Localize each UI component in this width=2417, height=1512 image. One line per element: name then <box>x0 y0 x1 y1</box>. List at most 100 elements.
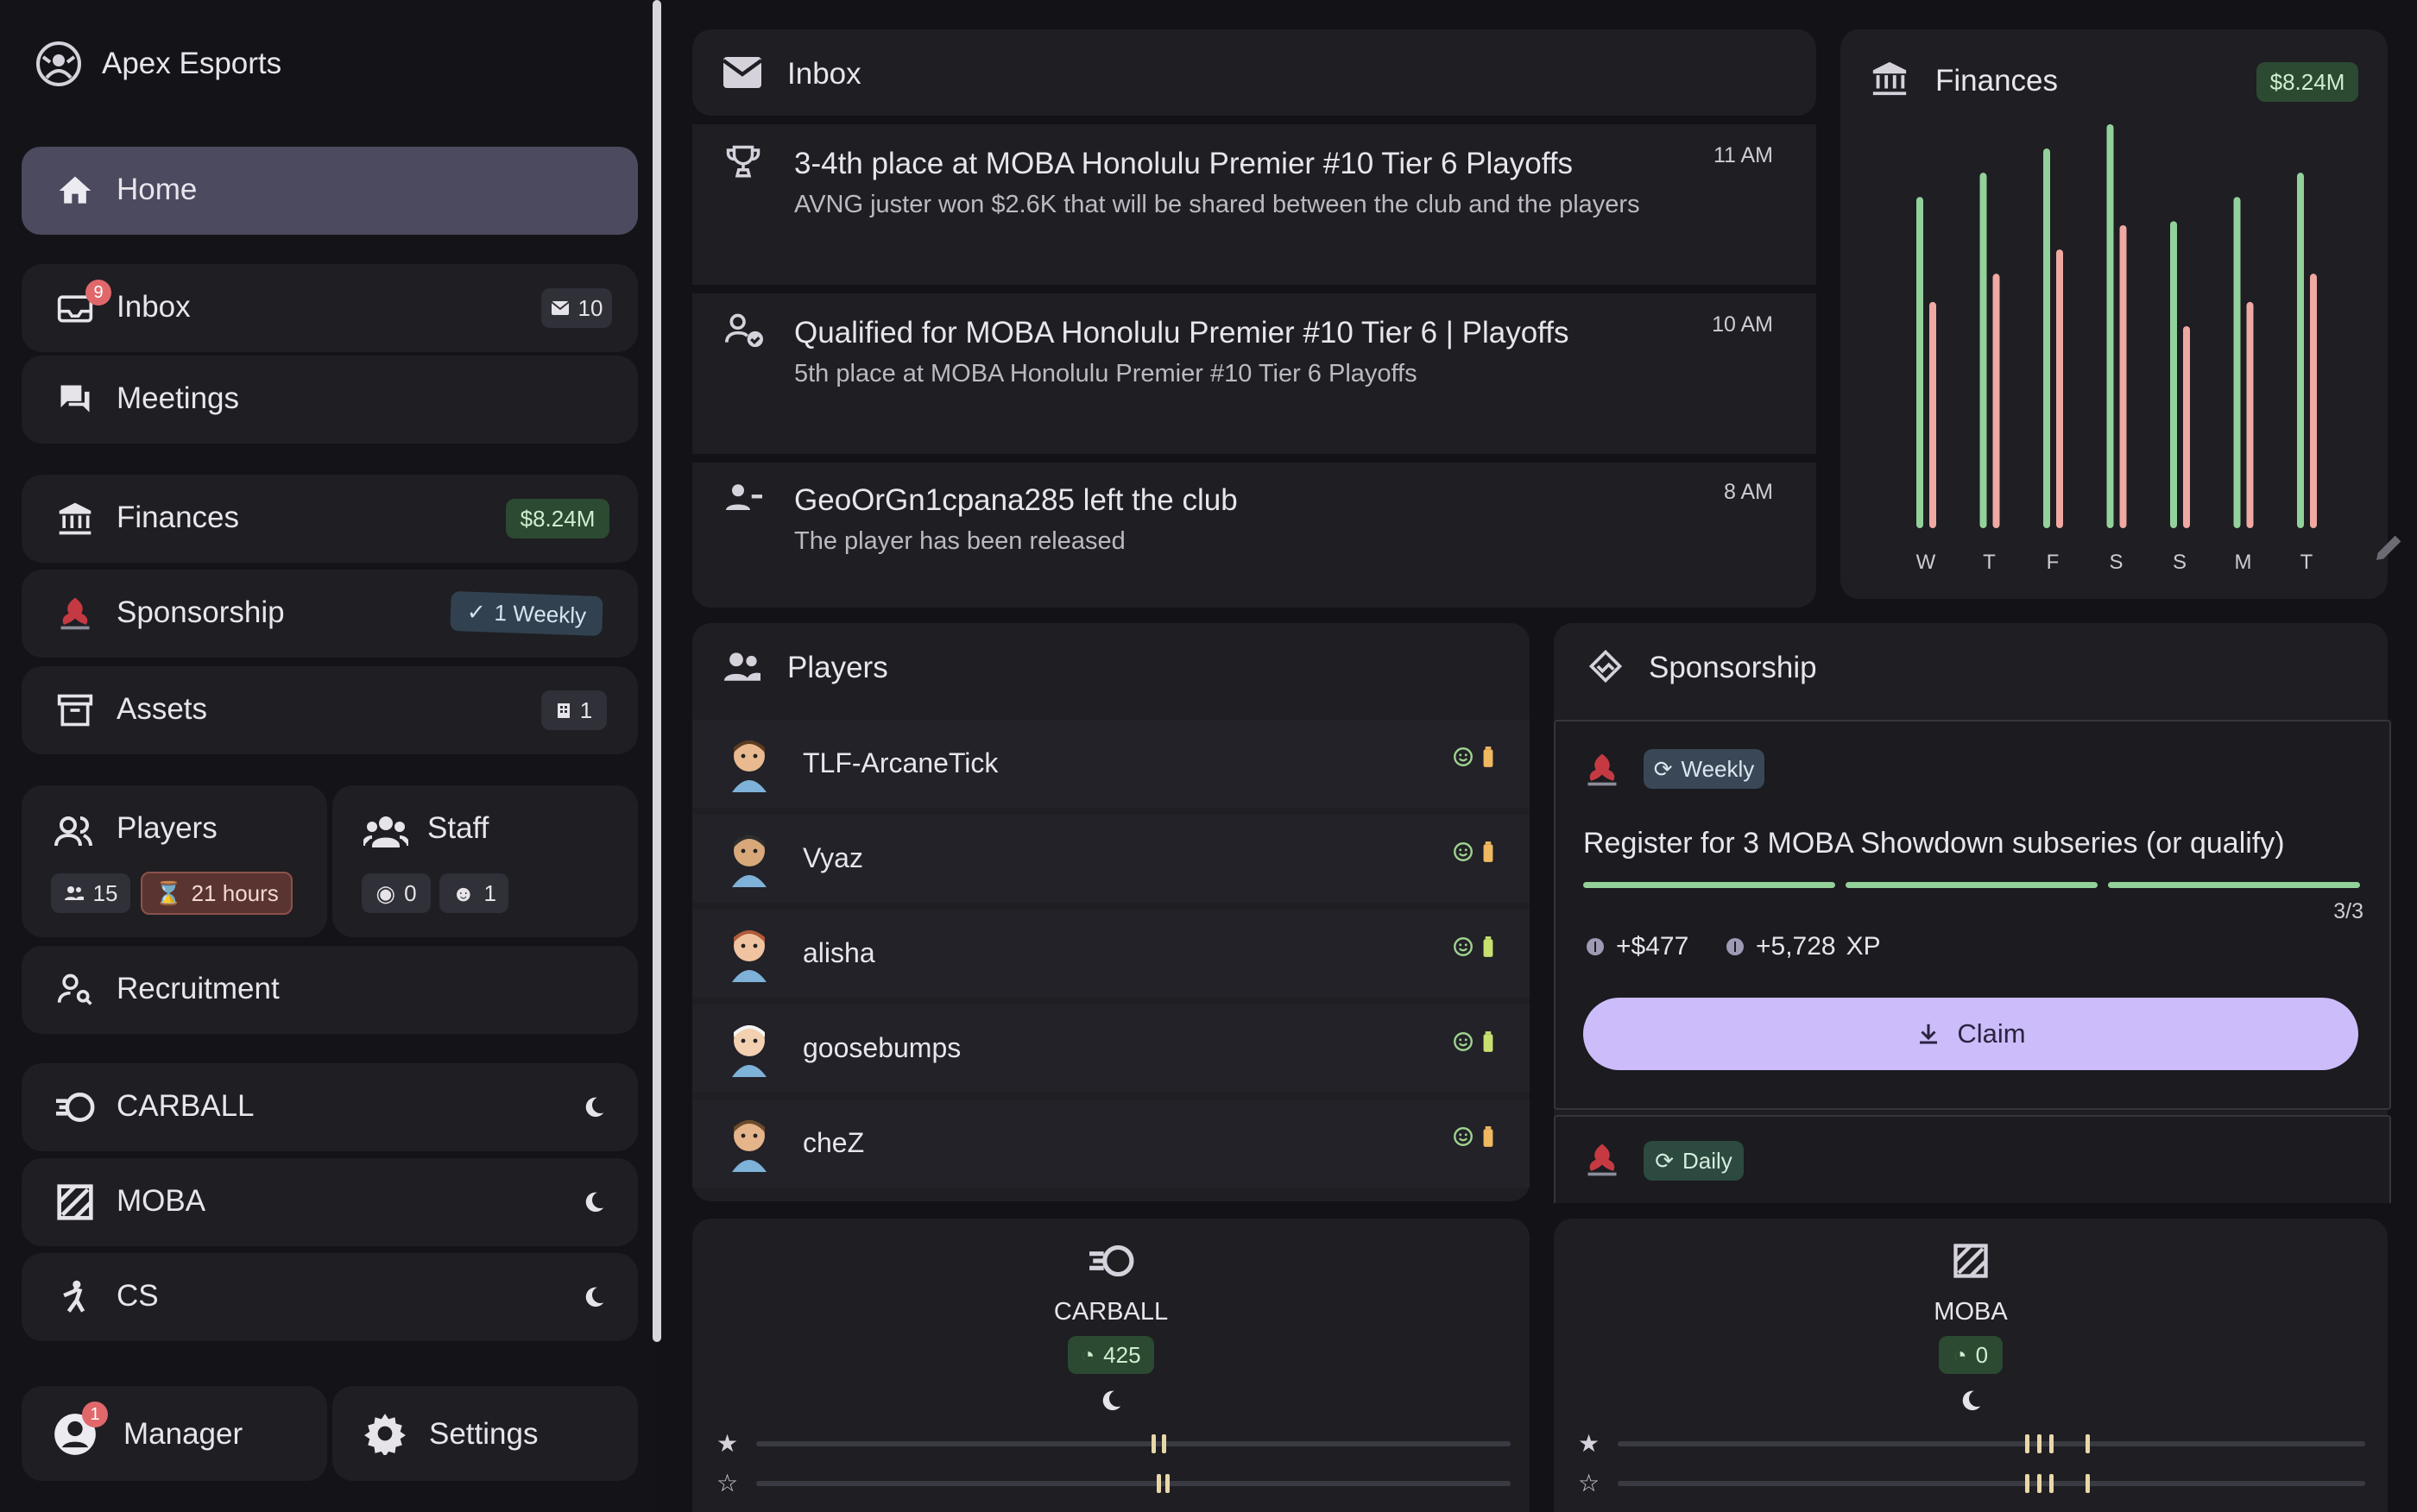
reward-money-value: +$477 <box>1616 932 1689 961</box>
player-row[interactable]: cheZ <box>692 1099 1530 1188</box>
sidebar-item-home[interactable]: Home <box>22 147 638 235</box>
moba-icon <box>1953 1243 1989 1279</box>
players-icon <box>53 811 94 853</box>
team-rating-badge: ◔ 0 <box>1939 1336 2003 1374</box>
team-card-moba[interactable]: MOBA ◔ 0 ★ ☆ <box>1554 1219 2388 1512</box>
progress-segment <box>1846 882 2098 888</box>
claim-label: Claim <box>1957 1018 2026 1049</box>
sponsor-logo-icon <box>1583 1141 1621 1179</box>
sidebar-item-recruitment[interactable]: Recruitment <box>22 946 638 1034</box>
sidebar-item-manager[interactable]: 1 Manager <box>22 1386 327 1481</box>
player-row[interactable]: Vyaz <box>692 815 1530 903</box>
gear-icon <box>363 1412 407 1455</box>
finances-panel[interactable]: Finances $8.24M WTFSSMT <box>1840 29 2388 599</box>
sidebar-item-staff[interactable]: Staff ◉ 0 ☻ 1 <box>332 785 638 937</box>
sidebar-item-cs[interactable]: CS <box>22 1253 638 1341</box>
finance-bar <box>2233 197 2241 529</box>
rating-track <box>1618 1481 2365 1486</box>
reward-money: +$477 <box>1585 932 1688 961</box>
player-avatar <box>725 735 773 792</box>
sidebar-item-settings[interactable]: Settings <box>332 1386 638 1481</box>
finance-bar <box>1979 173 1987 528</box>
staff-coach-count: 0 <box>404 879 417 906</box>
finance-bar <box>2106 124 2114 528</box>
message-time: 8 AM <box>1724 480 1773 504</box>
rating-track <box>756 1481 1511 1486</box>
sponsorship-weekly-badge: ✓ 1 Weekly <box>450 590 603 637</box>
sidebar-item-label: Settings <box>429 1417 539 1451</box>
sidebar-item-carball[interactable]: CARBALL <box>22 1063 638 1151</box>
archive-icon <box>53 688 98 733</box>
edit-icon[interactable] <box>2372 530 2401 564</box>
mood-icon <box>1454 937 1473 956</box>
chart-tick-label: S <box>2109 551 2123 574</box>
sidebar-item-finances[interactable]: Finances $8.24M <box>22 475 638 563</box>
chart-tick-label: S <box>2173 551 2187 574</box>
player-avatar <box>725 1020 773 1077</box>
mail-icon <box>722 55 763 90</box>
person-icon: ☻ <box>451 879 476 906</box>
star-filled-icon: ★ <box>1578 1430 1600 1457</box>
inbox-message[interactable]: GeoOrGn1cpana285 left the club The playe… <box>692 463 1816 608</box>
gauge-icon: ◔ <box>1953 1341 1967 1368</box>
team-name: CARBALL <box>1053 1298 1169 1326</box>
finance-bar <box>2170 221 2177 528</box>
sidebar-item-label: Manager <box>123 1417 243 1451</box>
team-card-carball[interactable]: CARBALL ◔ 425 ★ ☆ <box>692 1219 1530 1512</box>
player-row[interactable]: goosebumps <box>692 1005 1530 1093</box>
inbox-message[interactable]: Qualified for MOBA Honolulu Premier #10 … <box>692 293 1816 454</box>
message-title: GeoOrGn1cpana285 left the club <box>794 483 1238 517</box>
sidebar-item-players[interactable]: Players 15 ⌛ 21 hours <box>22 785 327 937</box>
reward-xp-value: +5,728 <box>1756 932 1836 961</box>
coin-icon <box>1726 938 1744 955</box>
star-filled-icon: ★ <box>716 1430 739 1457</box>
progress-segment <box>1583 882 1835 888</box>
chart-tick-label: T <box>2300 551 2313 574</box>
handshake-icon <box>1585 647 1626 685</box>
sponsorship-weekly-card: ⟳ Weekly Register for 3 MOBA Showdown sub… <box>1554 720 2391 1110</box>
finance-bar <box>2246 301 2254 528</box>
staff-scout-count: 1 <box>483 879 496 906</box>
gauge-icon: ◔ <box>1081 1341 1095 1368</box>
sidebar-item-label: Inbox <box>117 290 191 324</box>
team-rating: 0 <box>1975 1341 1989 1368</box>
message-body: 5th place at MOBA Honolulu Premier #10 T… <box>794 360 1417 387</box>
sidebar-item-moba[interactable]: MOBA <box>22 1158 638 1246</box>
mood-icon <box>1454 842 1473 861</box>
message-title: Qualified for MOBA Honolulu Premier #10 … <box>794 316 1569 350</box>
club-logo-icon <box>35 40 83 88</box>
sidebar-item-meetings[interactable]: Meetings <box>22 356 638 444</box>
carball-icon <box>1088 1243 1134 1279</box>
sidebar-scrollbar[interactable] <box>653 0 661 1342</box>
claim-button[interactable]: Claim <box>1583 998 2358 1070</box>
sidebar-item-inbox[interactable]: 9 Inbox 10 <box>22 264 638 352</box>
sponsorship-daily-card: ⟳ Daily <box>1554 1115 2391 1203</box>
player-avatar <box>725 1115 773 1172</box>
finance-bar <box>2183 326 2190 528</box>
daily-tag: ⟳ Daily <box>1644 1141 1744 1181</box>
inbox-count: 10 <box>577 294 603 321</box>
sidebar-item-sponsorship[interactable]: Sponsorship ✓ 1 Weekly <box>22 570 638 658</box>
rating-marker <box>2025 1474 2029 1493</box>
battery-icon <box>1483 936 1493 957</box>
app-title: Apex Esports <box>102 47 282 80</box>
rating-marker <box>1165 1474 1170 1493</box>
battery-icon <box>1483 841 1493 862</box>
chart-tick-label: F <box>2047 551 2060 574</box>
player-row[interactable]: alisha <box>692 910 1530 998</box>
finances-chart: WTFSSMT <box>1916 124 2317 574</box>
whistle-icon: ◉ <box>375 879 396 906</box>
players-time-badge: ⌛ 21 hours <box>141 872 293 915</box>
sidebar-item-label: Meetings <box>117 381 240 415</box>
player-row[interactable]: TLF-ArcaneTick <box>692 720 1530 808</box>
inbox-message[interactable]: 3-4th place at MOBA Honolulu Premier #10… <box>692 124 1816 285</box>
sidebar-item-assets[interactable]: Assets 1 <box>22 666 638 754</box>
sidebar-item-label: Finances <box>117 501 240 534</box>
finance-bar <box>1992 274 2000 528</box>
sidebar-item-label: Players <box>117 811 218 845</box>
players-title: Players <box>787 651 888 684</box>
finance-bar <box>1916 197 1923 529</box>
mood-icon <box>1454 1032 1473 1051</box>
rating-marker <box>1152 1434 1156 1453</box>
inbox-title: Inbox <box>787 57 861 91</box>
